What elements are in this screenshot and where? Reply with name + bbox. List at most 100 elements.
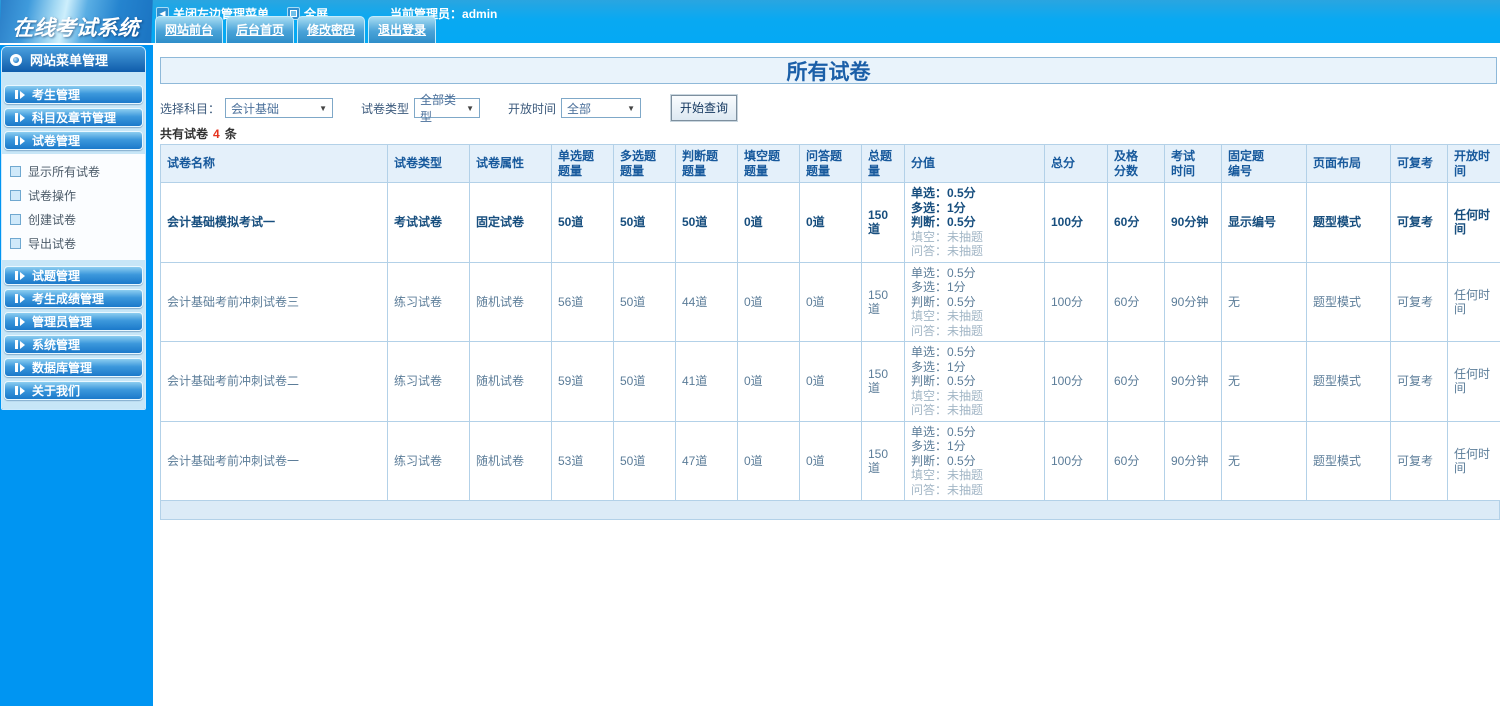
- cell-pass_score: 60分: [1107, 261, 1165, 342]
- cell-single: 56道: [551, 261, 614, 342]
- cell-retake: 可复考: [1390, 261, 1448, 342]
- cell-total_q: 150道: [861, 341, 905, 422]
- cell-total_score: 100分: [1044, 341, 1108, 422]
- sidebar-group-item[interactable]: 考生管理: [4, 85, 143, 104]
- subject-label: 选择科目：: [160, 101, 221, 116]
- topbar-main: ◀ 关闭左边管理菜单 全屏 当前管理员：admin 网站前台 后台首页 修改密码 退出…: [152, 0, 1500, 43]
- cell-type: 考试试卷: [387, 182, 470, 263]
- column-header: 填空题 题量: [737, 144, 800, 183]
- score-line: 判断：0.5分: [911, 215, 976, 229]
- column-header: 可复考: [1390, 144, 1448, 183]
- sidebar-subitem[interactable]: 导出试卷: [2, 231, 145, 255]
- topbar-tab[interactable]: 退出登录: [368, 16, 437, 43]
- sidebar-submenu: 显示所有试卷试卷操作 创建试卷 导出试卷: [2, 154, 145, 260]
- topbar-tab[interactable]: 网站前台: [155, 16, 224, 43]
- page-title-bar: 所有试卷: [160, 57, 1497, 84]
- cell-fixed_no: 无: [1221, 261, 1307, 342]
- cell-pass_score: 60分: [1107, 182, 1165, 263]
- app-logo: 在线考试系统: [0, 0, 153, 43]
- submenu-square-icon: [10, 189, 21, 201]
- submenu-square-icon: [10, 237, 21, 249]
- score-line: 问答：未抽题: [911, 244, 984, 258]
- sidebar-panel: 网站菜单管理 考生管理 科目及章节管理 试卷管理 显示所有试卷 试卷操作 创建试卷 导出试卷…: [1, 46, 146, 410]
- sidebar-subitem[interactable]: 试卷操作: [2, 183, 145, 207]
- cell-total_score: 100分: [1044, 182, 1108, 263]
- sidebar-group-item[interactable]: 管理员管理: [4, 312, 143, 331]
- score-line: 填空：未抽题: [911, 309, 984, 323]
- sidebar-group-item[interactable]: 试题管理: [4, 266, 143, 285]
- table-header-row: 试卷名称 试卷类型 试卷属性 单选题 题量 多选题 题量 判断题 题量 填空题 题量 问答题 题量 总题量…: [160, 144, 1500, 183]
- score-line: 填空：未抽题: [911, 388, 984, 403]
- cell-name: 会计基础考前冲刺试卷一: [160, 420, 388, 501]
- cell-fixed_no: 显示编号: [1221, 182, 1307, 263]
- table-body: 会计基础模拟考试一 考试试卷 固定试卷 50道 50道 50道 0道 0道 150道 单选：0.5…: [160, 182, 1500, 501]
- sidebar-group-item[interactable]: 试卷管理: [4, 131, 143, 150]
- cell-blank: 0道: [737, 341, 800, 422]
- score-line: 单选：0.5分: [911, 265, 976, 280]
- column-header: 页面布局: [1306, 144, 1391, 183]
- score-line: 单选：0.5分: [911, 186, 976, 200]
- cell-blank: 0道: [737, 420, 800, 501]
- score-line: 判断：0.5分: [911, 294, 976, 309]
- cell-layout: 题型模式: [1306, 420, 1391, 501]
- dropdown-arrow-icon: ▼: [627, 103, 636, 113]
- column-header: 单选题 题量: [551, 144, 614, 183]
- paper-type-label: 试卷类型: [361, 101, 410, 116]
- sidebar-group-item[interactable]: 科目及章节管理: [4, 108, 143, 127]
- subject-select[interactable]: 会计基础 ▼: [225, 98, 334, 118]
- query-button[interactable]: 开始查询: [670, 94, 739, 122]
- score-line: 多选：1分: [911, 280, 966, 294]
- cell-total_q: 150道: [861, 261, 905, 342]
- menu-arrow-icon: [15, 113, 25, 122]
- cell-type: 练习试卷: [387, 261, 470, 342]
- topbar-tab[interactable]: 后台首页: [226, 16, 295, 43]
- cell-open_time: 任何时间: [1447, 420, 1500, 501]
- sidebar-subitem[interactable]: 显示所有试卷: [2, 159, 145, 183]
- cell-attr: 随机试卷: [469, 341, 552, 422]
- cell-qa: 0道: [799, 420, 862, 501]
- open-time-select[interactable]: 全部 ▼: [561, 98, 642, 118]
- cell-name: 会计基础模拟考试一: [160, 182, 388, 263]
- cell-multi: 50道: [613, 341, 676, 422]
- topbar-tab[interactable]: 修改密码: [297, 16, 366, 43]
- cell-type: 练习试卷: [387, 341, 470, 422]
- score-line: 多选：1分: [911, 200, 966, 215]
- cell-attr: 随机试卷: [469, 261, 552, 342]
- table-row: 会计基础考前冲刺试卷一 练习试卷 随机试卷 53道 50道 47道 0道 0道 150道 单选：0…: [160, 420, 1500, 501]
- papers-table: 试卷名称 试卷类型 试卷属性 单选题 题量 多选题 题量 判断题 题量 填空题 题量 问答题 题量 总题量…: [160, 144, 1500, 501]
- cell-open_time: 任何时间: [1447, 261, 1500, 342]
- sidebar-group-label: 试卷管理: [32, 134, 81, 148]
- column-header: 问答题 题量: [799, 144, 862, 183]
- cell-multi: 50道: [613, 261, 676, 342]
- cell-layout: 题型模式: [1306, 261, 1391, 342]
- cell-judge: 41道: [675, 341, 738, 422]
- cell-duration: 90分钟: [1164, 420, 1222, 501]
- cell-scores: 单选：0.5分 多选：1分 判断：0.5分 填空：未抽题 问答：未抽题: [904, 261, 1045, 342]
- sidebar-group-label: 科目及章节管理: [32, 111, 117, 125]
- cell-open_time: 任何时间: [1447, 182, 1500, 263]
- cell-duration: 90分钟: [1164, 341, 1222, 422]
- menu-arrow-icon: [15, 317, 25, 326]
- table-row: 会计基础模拟考试一 考试试卷 固定试卷 50道 50道 50道 0道 0道 150道 单选：0.5…: [160, 182, 1500, 263]
- cell-single: 50道: [551, 182, 614, 263]
- paper-type-select[interactable]: 全部类型 ▼: [414, 93, 481, 124]
- cell-open_time: 任何时间: [1447, 341, 1500, 422]
- sidebar-group-item[interactable]: 系统管理: [4, 335, 143, 354]
- sidebar-group-item[interactable]: 数据库管理: [4, 358, 143, 377]
- cell-qa: 0道: [799, 182, 862, 263]
- score-line: 多选：1分: [911, 359, 966, 374]
- sidebar-subitem-label: 显示所有试卷: [28, 164, 101, 179]
- column-header: 开放时间: [1447, 144, 1500, 183]
- sidebar-group-label: 关于我们: [32, 384, 81, 398]
- column-header: 总题量: [861, 144, 905, 183]
- sidebar-group-label: 考生成绩管理: [32, 292, 105, 306]
- sidebar-subitem[interactable]: 创建试卷: [2, 207, 145, 231]
- menu-arrow-icon: [15, 90, 25, 99]
- open-time-label: 开放时间: [508, 101, 557, 116]
- sidebar-group-item[interactable]: 关于我们: [4, 381, 143, 400]
- cell-qa: 0道: [799, 261, 862, 342]
- column-header: 试卷名称: [160, 144, 388, 183]
- cell-name: 会计基础考前冲刺试卷三: [160, 261, 388, 342]
- sidebar-group-item[interactable]: 考生成绩管理: [4, 289, 143, 308]
- paper-type-select-value: 全部类型: [420, 93, 457, 124]
